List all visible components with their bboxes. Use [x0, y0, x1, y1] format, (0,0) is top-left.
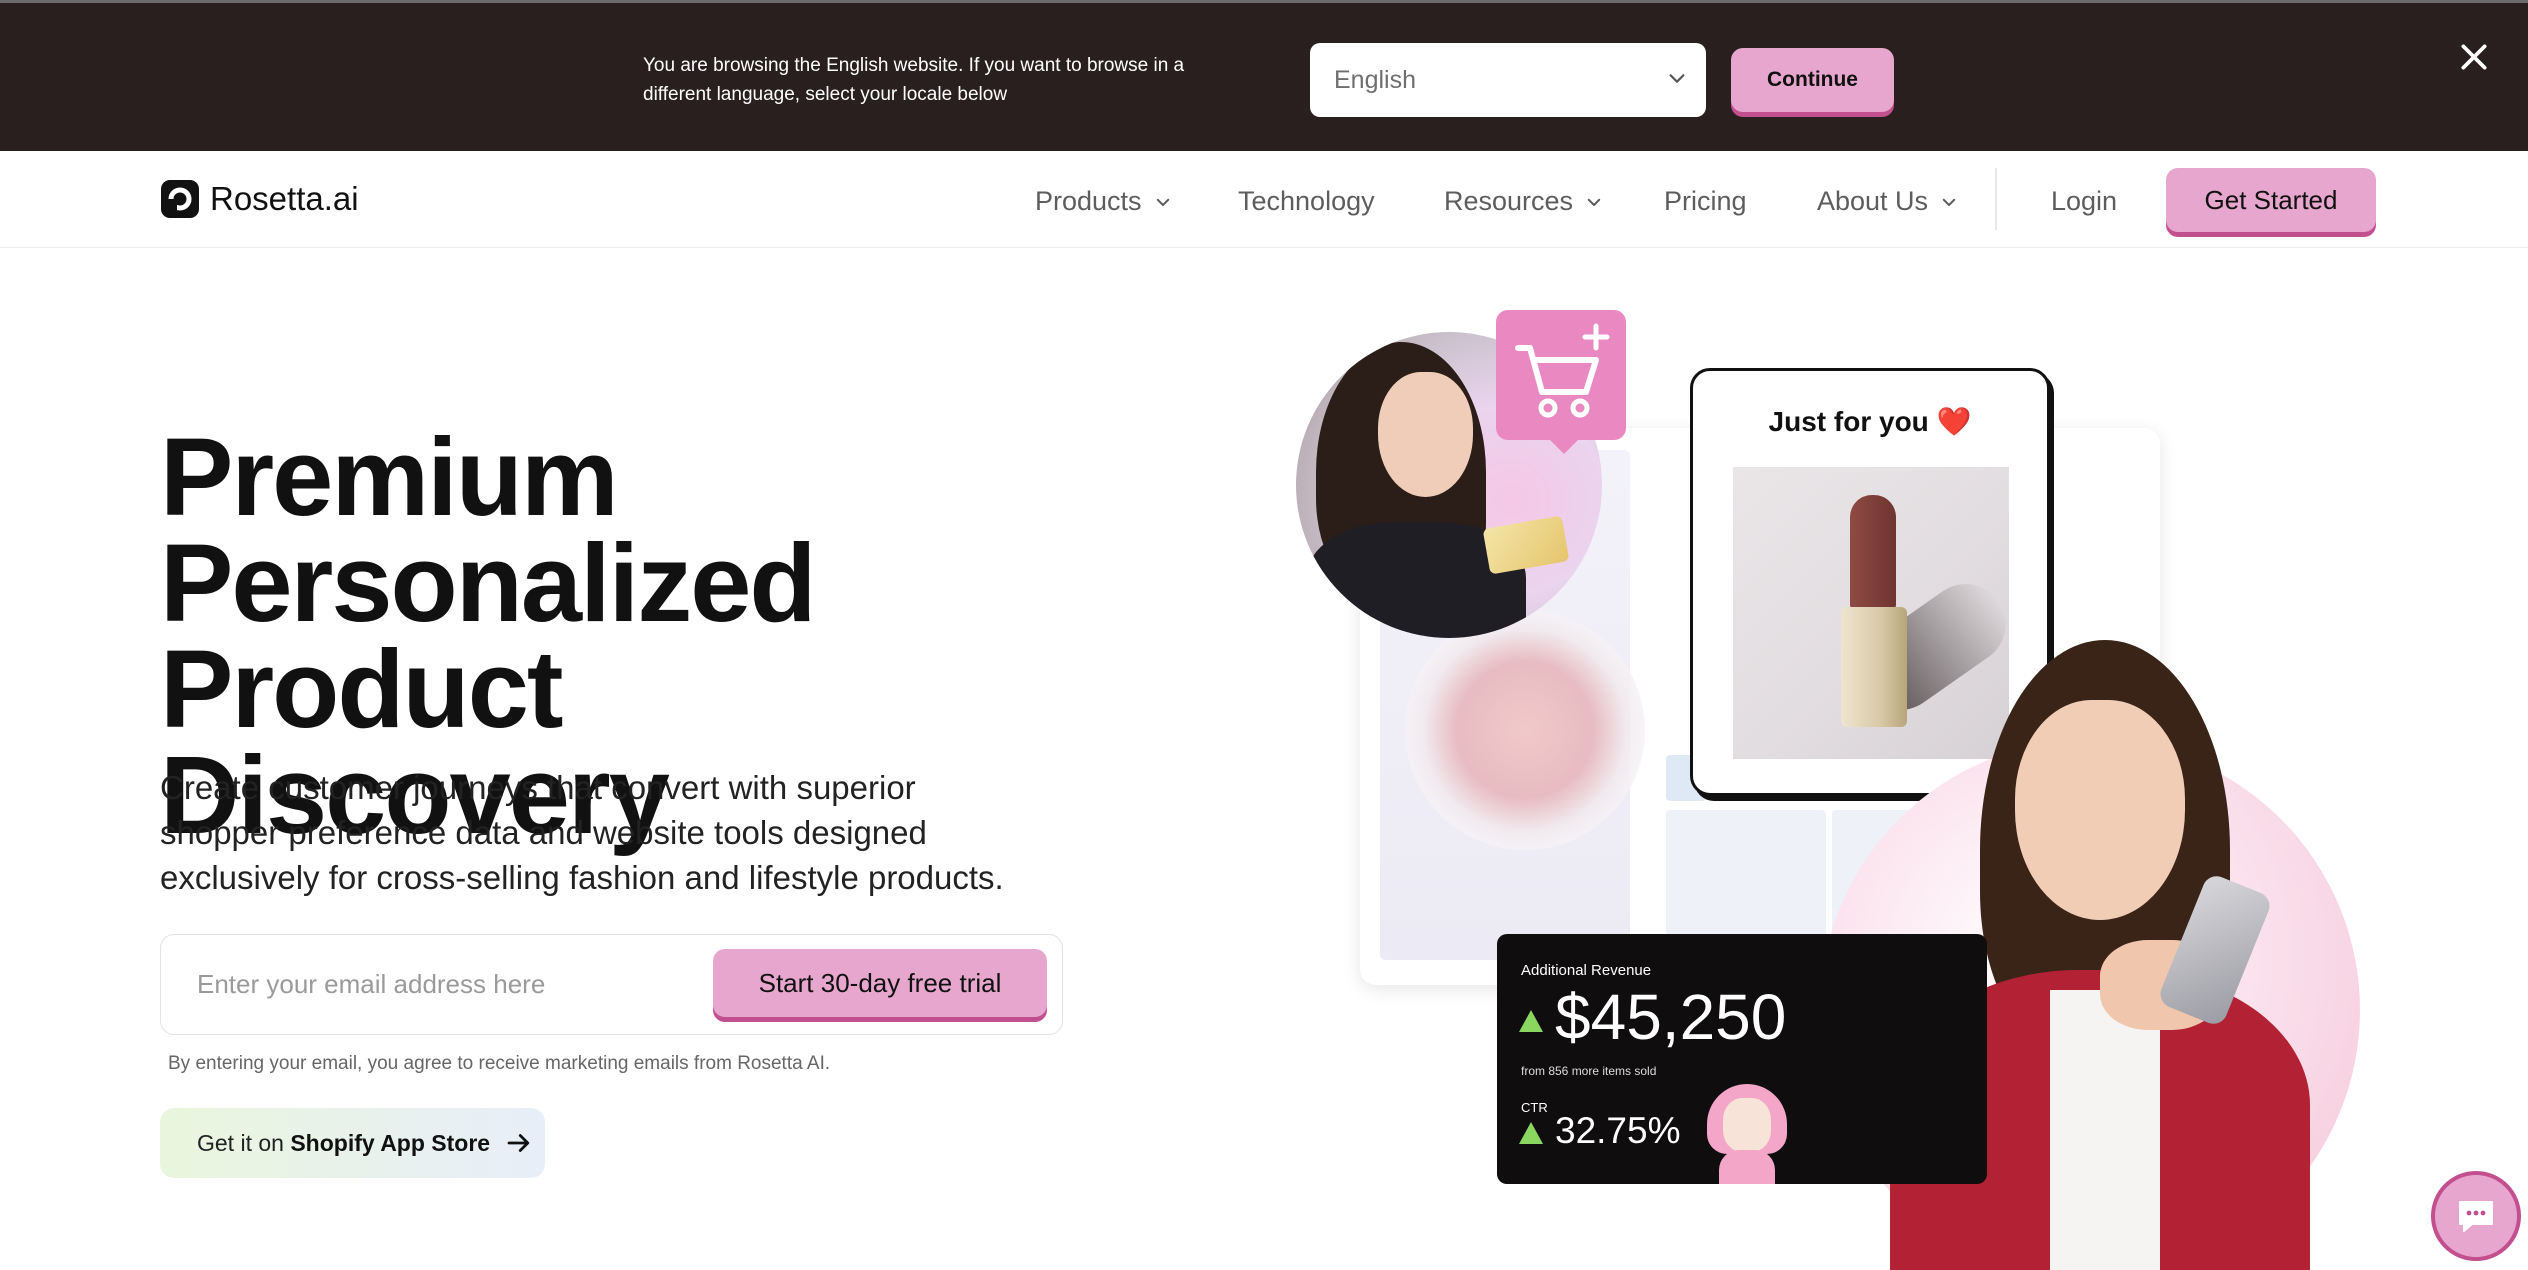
locale-banner-message: You are browsing the English website. If… — [643, 55, 1185, 105]
hero-illustration: Just for you ❤️ Additional Revenue $45,2… — [1290, 300, 2390, 1270]
main-nav: Rosetta.ai Products Technology Resources… — [0, 151, 2528, 248]
customer-face — [2015, 700, 2185, 920]
mascot-body — [1719, 1150, 1775, 1184]
ctr-label: CTR — [1521, 1100, 1548, 1115]
login-link[interactable]: Login — [2051, 186, 2117, 217]
shopify-label: Shopify App Store — [290, 1129, 491, 1156]
close-icon[interactable] — [2458, 41, 2490, 73]
nav-item-label: Pricing — [1664, 186, 1747, 216]
trend-up-icon — [1519, 1010, 1543, 1032]
hero-title-line: Personalized — [160, 522, 817, 645]
just-for-you-title: Just for you ❤️ — [1693, 405, 2047, 438]
nav-item-label: Technology — [1238, 186, 1375, 216]
credit-card-image — [1482, 515, 1570, 575]
nav-item-label: Resources — [1444, 186, 1574, 216]
continue-button[interactable]: Continue — [1731, 48, 1894, 112]
mascot-avatar — [1707, 1084, 1787, 1184]
trend-up-icon — [1519, 1122, 1543, 1144]
locale-select[interactable]: English — [1310, 43, 1706, 117]
revenue-value: $45,250 — [1555, 981, 1787, 1053]
chat-launcher[interactable] — [2431, 1171, 2521, 1261]
email-disclaimer: By entering your email, you agree to rec… — [168, 1053, 831, 1074]
rosetta-logo-icon — [161, 180, 199, 218]
powder-image — [1405, 610, 1645, 850]
nav-divider — [1995, 168, 1997, 230]
mascot-face — [1723, 1098, 1771, 1152]
revenue-label: Additional Revenue — [1521, 962, 1652, 979]
chevron-down-icon — [1156, 198, 1169, 206]
chevron-down-icon — [1669, 74, 1685, 83]
nav-item-pricing[interactable]: Pricing — [1664, 186, 1747, 217]
shopify-prefix: Get it on — [197, 1129, 284, 1156]
nav-item-products[interactable]: Products — [1035, 186, 1172, 217]
cart-badge — [1496, 310, 1626, 454]
revenue-note: from 856 more items sold — [1521, 1064, 1657, 1078]
email-signup-form: Start 30-day free trial — [160, 934, 1063, 1035]
revenue-stats-card: Additional Revenue $45,250 from 856 more… — [1497, 934, 1987, 1184]
customer-shirt — [2050, 990, 2160, 1270]
lipstick-bullet — [1850, 495, 1896, 609]
email-input[interactable] — [197, 961, 697, 1007]
nav-item-technology[interactable]: Technology — [1238, 186, 1375, 217]
hero-subtitle: Create customer journeys that convert wi… — [160, 769, 1004, 896]
nav-item-label: About Us — [1817, 186, 1929, 216]
chevron-down-icon — [1587, 198, 1601, 206]
start-trial-button[interactable]: Start 30-day free trial — [713, 949, 1047, 1017]
chevron-down-icon — [1942, 198, 1956, 206]
heart-icon: ❤️ — [1936, 406, 1972, 437]
cart-plus-icon — [1515, 323, 1610, 418]
arrow-right-icon — [507, 1134, 530, 1152]
brand-logo[interactable]: Rosetta.ai — [160, 179, 359, 219]
get-started-button[interactable]: Get Started — [2166, 168, 2376, 232]
shopify-app-store-button[interactable]: Get it on Shopify App Store — [160, 1108, 545, 1178]
card-title-text: Just for you — [1768, 406, 1929, 437]
chat-icon — [2459, 1201, 2493, 1232]
locale-select-value: English — [1334, 65, 1416, 94]
shopper-face — [1378, 372, 1473, 497]
hero-title-line: Premium — [160, 416, 619, 539]
nav-item-about-us[interactable]: About Us — [1817, 186, 1958, 217]
nav-item-resources[interactable]: Resources — [1444, 186, 1603, 217]
locale-banner: You are browsing the English website. If… — [0, 0, 2528, 151]
ctr-value: 32.75% — [1555, 1110, 1681, 1151]
brand-name: Rosetta.ai — [210, 180, 359, 217]
shopify-button-text: Get it on Shopify App Store — [197, 1130, 490, 1157]
nav-item-label: Products — [1035, 186, 1142, 216]
